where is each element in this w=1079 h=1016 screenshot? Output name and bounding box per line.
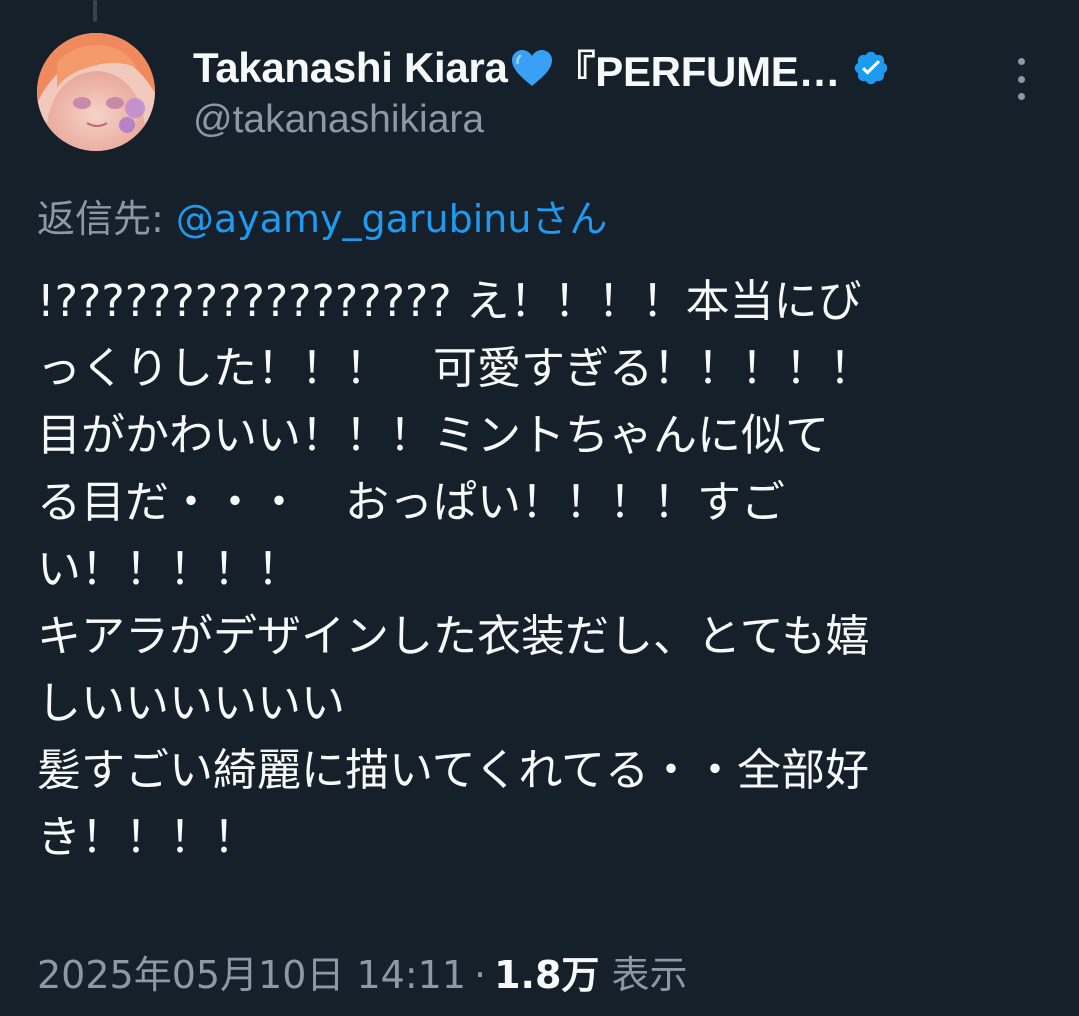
tweet-line: い！！！！！ — [37, 544, 301, 595]
tweet-timestamp[interactable]: 2025年05月10日 14:11 — [37, 953, 466, 997]
blue-heart-icon — [510, 48, 554, 88]
more-options-icon[interactable] — [1004, 58, 1038, 100]
author-header[interactable]: Takanashi Kiara 『PERFUME… — [193, 40, 890, 96]
tweet-line: っくりした！！！ 可愛すぎる！！！！！ — [37, 343, 873, 394]
reply-to-user-link[interactable]: @ayamy_garubinuさん — [176, 197, 608, 241]
meta-separator: · — [474, 953, 487, 997]
reply-context: 返信先: @ayamy_garubinuさん — [37, 188, 607, 243]
tweet-line: 髪すごい綺麗に描いてくれてる・・全部好 — [37, 745, 870, 796]
tweet-line: !????????????????? え！！！！本当にび — [37, 276, 862, 327]
tweet-line: る目だ・・・ おっぱい！！！！すご — [37, 477, 785, 528]
tweet-meta: 2025年05月10日 14:11 · 1.8万 表示 — [37, 944, 688, 999]
tweet-text: !????????????????? え！！！！本当にび っくりした！！！ 可愛… — [37, 268, 1047, 871]
author-display-name[interactable]: Takanashi Kiara — [193, 44, 508, 92]
reply-label: 返信先: — [37, 197, 176, 241]
tweet-line: き！！！！ — [37, 812, 257, 863]
tweet-line: しいいいいいい — [37, 678, 345, 729]
verified-badge-icon[interactable] — [852, 49, 890, 87]
tweet-line: キアラがデザインした衣装だし、とても嬉 — [37, 611, 870, 662]
views-count: 1.8万 — [494, 953, 600, 997]
avatar[interactable] — [37, 33, 155, 151]
tweet-line: 目がかわいい！！！ミントちゃんに似て — [37, 410, 829, 461]
thread-connector-line — [93, 0, 97, 22]
views-label: 表示 — [611, 953, 688, 997]
author-handle[interactable]: @takanashikiara — [193, 98, 484, 142]
author-name-suffix[interactable]: 『PERFUME… — [554, 38, 841, 99]
